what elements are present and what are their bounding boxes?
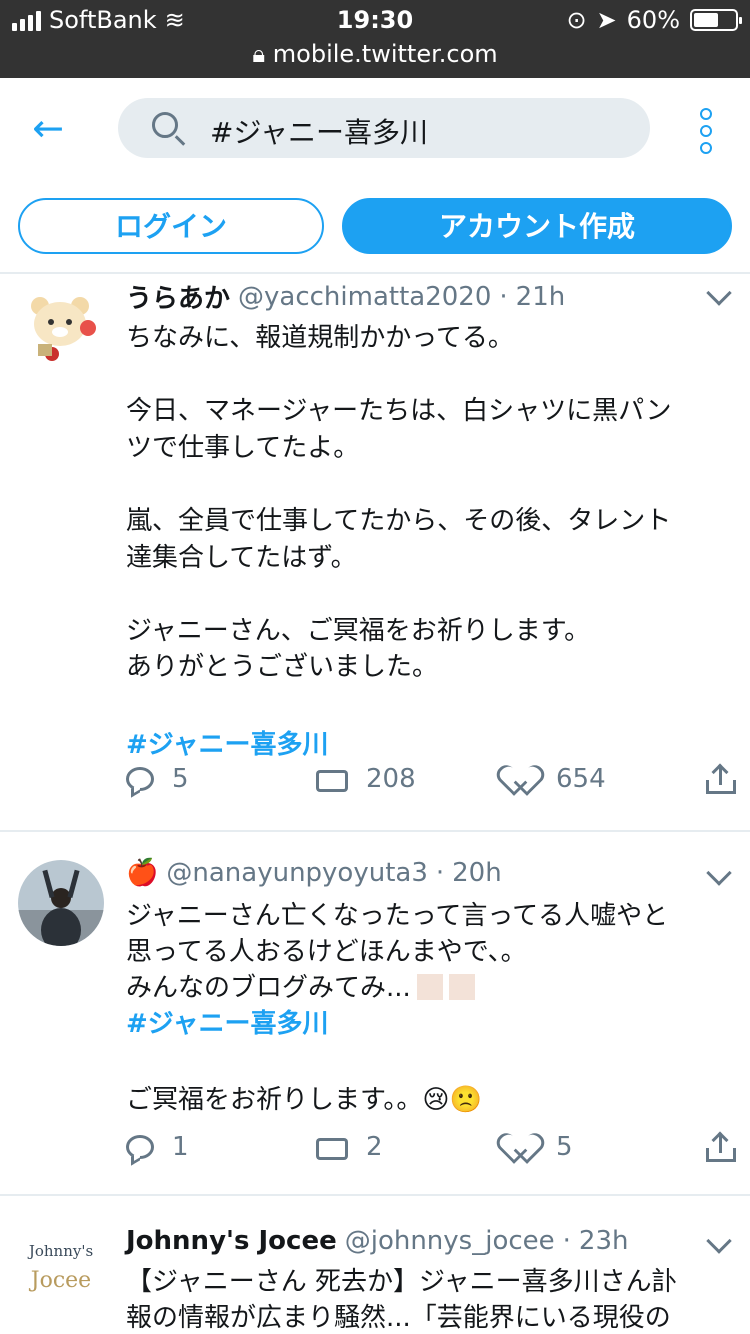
search-header: ← #ジャニー喜多川 ログイン アカウント作成 xyxy=(0,78,750,274)
more-options-icon[interactable] xyxy=(700,108,714,154)
reply-icon xyxy=(126,767,154,791)
retweet-count: 2 xyxy=(366,1132,383,1162)
tweet-line xyxy=(126,466,726,503)
tweet-line: ちなみに、報道規制かかってる。 xyxy=(126,323,514,353)
tweet-line xyxy=(126,686,726,723)
tweet-line xyxy=(126,357,726,394)
share-icon[interactable] xyxy=(706,1131,736,1162)
url-text: mobile.twitter.com xyxy=(272,40,498,68)
orientation-lock-icon: ⊙ xyxy=(566,6,587,34)
reply-button[interactable]: 5 xyxy=(126,764,189,794)
emoji-icon xyxy=(416,974,443,1000)
avatar[interactable] xyxy=(18,860,104,946)
reply-count: 1 xyxy=(172,1132,189,1162)
avatar-logo-bottom: Jocee xyxy=(30,1268,92,1293)
status-right: ⊙ ➤ 60% xyxy=(566,6,742,34)
avatar-logo-top: Johnny's xyxy=(28,1242,94,1260)
like-count: 5 xyxy=(556,1132,573,1162)
emoji-icon xyxy=(448,974,475,1000)
retweet-count: 208 xyxy=(366,764,416,794)
tweet-line: ツで仕事してたよ。 xyxy=(126,432,360,463)
retweet-icon xyxy=(316,768,348,792)
lock-icon: 🔒︎ xyxy=(252,40,266,68)
like-count: 654 xyxy=(556,764,606,794)
user-handle[interactable]: @yacchimatta2020 xyxy=(238,282,491,312)
avatar[interactable] xyxy=(18,282,104,368)
tweet-line: ジャニーさん亡くなったって言ってる人嘘やと xyxy=(126,901,669,931)
tweet-line: 嵐、全員で仕事してたから、その後、タレント xyxy=(126,505,672,536)
tweet-line: 思ってる人おるけどほんまやで、。 xyxy=(126,937,527,967)
hashtag-link[interactable]: #ジャニー喜多川 xyxy=(126,1006,726,1042)
tweet-actions: 5 208 654 xyxy=(126,763,736,804)
user-handle[interactable]: @johnnys_jocee xyxy=(345,1226,555,1256)
reply-count: 5 xyxy=(172,764,189,794)
tweet-line: 今日、マネージャーたちは、白シャツに黒パン xyxy=(126,396,672,427)
tweet[interactable]: うらあか @yacchimatta2020 · 21h ちなみに、報道規制かかっ… xyxy=(0,276,750,832)
display-name[interactable]: 🍎 xyxy=(126,858,158,888)
search-query: #ジャニー喜多川 xyxy=(210,116,429,149)
chevron-down-icon[interactable] xyxy=(706,280,732,306)
user-handle[interactable]: @nanayunpyoyuta3 xyxy=(166,858,428,888)
separator: · xyxy=(499,281,508,312)
tweet-line: みんなのブログみてみ... xyxy=(126,970,726,1006)
tweet-line: ご冥福をお祈りします。。😢🙁 xyxy=(126,1085,482,1115)
retweet-icon xyxy=(316,1136,348,1160)
tweet-line: ありがとうございました。 xyxy=(126,652,439,683)
location-icon: ➤ xyxy=(596,6,617,34)
separator: · xyxy=(562,1226,571,1256)
tweet-line: ジャニーさん、ご冥福をお祈りします。 xyxy=(126,615,591,646)
tweet-line: 達集合してたはず。 xyxy=(126,542,357,573)
tweet-line: 【ジャニーさん 死去か】ジャニー喜多川さん訃 xyxy=(126,1267,678,1297)
tweet-text: ジャニーさん亡くなったって言ってる人嘘やと 思ってる人おるけどほんまやで、。 み… xyxy=(126,898,726,1118)
heart-icon xyxy=(508,1134,538,1160)
back-arrow-icon[interactable]: ← xyxy=(28,108,68,148)
tweet[interactable]: Johnny's Jocee Johnny's Jocee @johnnys_j… xyxy=(0,1196,750,1334)
heart-icon xyxy=(508,766,538,792)
tweet-header: 🍎 @nanayunpyoyuta3 · 20h xyxy=(126,858,502,888)
tweet-line: 報の情報が広まり騒然...「芸能界にいる現役の xyxy=(126,1303,671,1333)
share-icon[interactable] xyxy=(706,763,736,794)
login-button[interactable]: ログイン xyxy=(18,198,324,254)
battery-icon xyxy=(690,9,742,31)
retweet-button[interactable]: 208 xyxy=(316,764,416,794)
display-name[interactable]: Johnny's Jocee xyxy=(126,1226,337,1256)
tweet-actions: 1 2 5 xyxy=(126,1131,736,1172)
like-button[interactable]: 654 xyxy=(508,764,606,794)
status-bar: SoftBank ≋ 19:30 ⊙ ➤ 60% xyxy=(0,0,750,40)
tweet-header: うらあか @yacchimatta2020 · 21h xyxy=(126,278,565,315)
reply-button[interactable]: 1 xyxy=(126,1132,189,1162)
tweet-header: Johnny's Jocee @johnnys_jocee · 23h xyxy=(126,1226,628,1256)
tweet-text: 【ジャニーさん 死去か】ジャニー喜多川さん訃 報の情報が広まり騒然...「芸能界… xyxy=(126,1264,726,1334)
chevron-down-icon[interactable] xyxy=(706,860,732,886)
timestamp[interactable]: 20h xyxy=(452,858,502,888)
tweet[interactable]: 🍎 @nanayunpyoyuta3 · 20h ジャニーさん亡くなったって言っ… xyxy=(0,832,750,1196)
timestamp[interactable]: 23h xyxy=(579,1226,629,1256)
tweet-line xyxy=(126,576,726,613)
battery-fill xyxy=(694,13,718,27)
separator: · xyxy=(435,858,445,888)
address-bar[interactable]: 🔒︎ mobile.twitter.com xyxy=(0,40,750,78)
search-input[interactable]: #ジャニー喜多川 xyxy=(118,98,650,158)
like-button[interactable]: 5 xyxy=(508,1132,573,1162)
timestamp[interactable]: 21h xyxy=(516,282,566,312)
hashtag-link[interactable]: #ジャニー喜多川 xyxy=(126,727,726,764)
avatar[interactable]: Johnny's Jocee xyxy=(18,1228,104,1314)
display-name[interactable]: うらあか xyxy=(126,278,230,315)
battery-percent: 60% xyxy=(626,6,680,34)
tweet-line-text: みんなのブログみてみ... xyxy=(126,973,411,1003)
signup-button[interactable]: アカウント作成 xyxy=(342,198,732,254)
tweet-text: ちなみに、報道規制かかってる。 今日、マネージャーたちは、白シャツに黒パン ツで… xyxy=(126,320,726,763)
reply-icon xyxy=(126,1135,154,1159)
retweet-button[interactable]: 2 xyxy=(316,1132,383,1162)
tweet-line xyxy=(126,1042,726,1078)
chevron-down-icon[interactable] xyxy=(706,1228,732,1254)
search-icon xyxy=(152,112,178,138)
